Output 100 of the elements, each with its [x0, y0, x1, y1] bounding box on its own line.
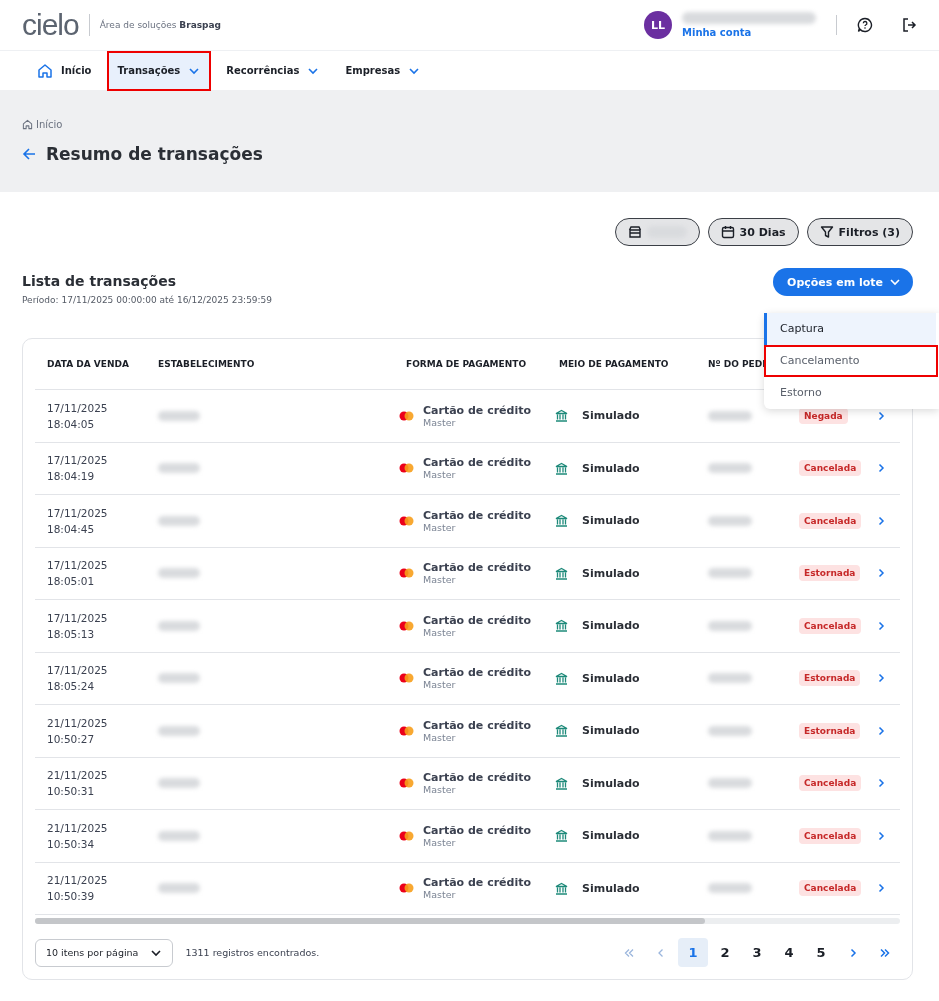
payment-method: Cartão de crédito [423, 876, 532, 890]
redacted-store [158, 778, 200, 789]
redacted-order [708, 410, 752, 421]
status-tag: Cancelada [799, 827, 862, 844]
chevron-down-icon [889, 276, 901, 288]
card-brand-icon [399, 830, 414, 841]
sale-datetime: 17/11/2025 18:05:13 [46, 610, 109, 642]
column-header: MEIO DE PAGAMENTO [558, 359, 670, 369]
payment-means: Simulado [582, 566, 640, 580]
redacted-order [708, 463, 752, 474]
filter-chip[interactable]: Filtros (3) [806, 218, 913, 246]
page-size-select[interactable]: 10 itens por página [35, 938, 174, 967]
logout-icon[interactable] [901, 17, 917, 33]
sale-datetime: 21/11/2025 10:50:34 [46, 820, 109, 852]
payment-method: Cartão de crédito [423, 771, 532, 785]
bank-icon [555, 829, 568, 843]
bank-icon [555, 461, 568, 475]
chevron-right-icon[interactable] [876, 463, 886, 474]
chevron-right-icon[interactable] [876, 830, 886, 841]
page-button[interactable]: 4 [774, 938, 804, 967]
payment-method: Cartão de crédito [423, 613, 532, 627]
column-header: DATA DA VENDA [46, 359, 130, 369]
nav-tab[interactable]: Recorrências [215, 50, 331, 91]
status-tag: Estornada [799, 722, 861, 739]
avatar[interactable]: LL [644, 11, 672, 39]
help-icon[interactable] [857, 17, 873, 33]
filter-chip[interactable] [614, 218, 700, 246]
chevron-right-icon[interactable] [848, 947, 858, 958]
sale-datetime: 17/11/2025 18:04:45 [46, 505, 109, 537]
horizontal-scrollbar[interactable] [35, 918, 900, 924]
logo[interactable]: cielo [22, 8, 79, 42]
column-header: ESTABELECIMENTO [157, 359, 256, 369]
chevron-right-icon[interactable] [876, 883, 886, 894]
redacted-order [708, 883, 752, 894]
account-link[interactable]: Minha conta [682, 27, 816, 38]
payment-means: Simulado [582, 724, 640, 738]
payment-means: Simulado [582, 514, 640, 528]
page-button[interactable]: 3 [742, 938, 772, 967]
payment-means: Simulado [582, 409, 640, 423]
menu-item[interactable]: Cancelamento [764, 345, 938, 377]
payment-method: Cartão de crédito [423, 456, 532, 470]
redacted-order [708, 620, 752, 631]
page-button[interactable]: 2 [710, 938, 740, 967]
payment-means: Simulado [582, 461, 640, 475]
card-brand: Master [423, 416, 457, 428]
page-button[interactable]: 1 [678, 938, 708, 967]
card-brand-icon [399, 410, 414, 421]
card-brand-icon [399, 883, 414, 894]
chevron-right-icon[interactable] [876, 673, 886, 684]
payment-method: Cartão de crédito [423, 561, 532, 575]
menu-item[interactable]: Captura [764, 313, 936, 345]
payment-means: Simulado [582, 829, 640, 843]
menu-item[interactable]: Estorno [764, 377, 936, 409]
redacted-order [708, 515, 752, 526]
back-arrow-icon[interactable] [22, 146, 36, 161]
card-brand-icon [399, 620, 414, 631]
card-brand: Master [423, 679, 457, 691]
redacted-store [158, 515, 200, 526]
redacted-order [708, 830, 752, 841]
chevron-right-icon[interactable] [876, 620, 886, 631]
payment-means: Simulado [582, 671, 640, 685]
sale-datetime: 21/11/2025 10:50:39 [46, 873, 109, 905]
breadcrumb-link[interactable]: Início [36, 118, 63, 130]
card-brand: Master [423, 784, 457, 796]
card-brand: Master [423, 626, 457, 638]
card-brand-icon [399, 778, 414, 789]
chevron-right-icon[interactable] [876, 410, 886, 421]
status-tag: Cancelada [799, 617, 862, 634]
card-brand: Master [423, 836, 457, 848]
filter-chip[interactable]: 30 Dias [707, 218, 799, 246]
chevron-right-icon[interactable] [876, 725, 886, 736]
bank-icon [555, 514, 568, 528]
status-tag: Cancelada [799, 512, 862, 529]
list-title: Lista de transações [22, 273, 177, 289]
chevron-right-icon[interactable] [876, 778, 886, 789]
page-button[interactable]: 5 [806, 938, 836, 967]
nav-tab[interactable]: Transações [106, 50, 212, 91]
redacted-store [158, 673, 200, 684]
payment-method: Cartão de crédito [423, 508, 532, 522]
bank-icon [555, 724, 568, 738]
nav-tab[interactable]: Empresas [334, 50, 432, 91]
bank-icon [555, 619, 568, 633]
payment-means: Simulado [582, 619, 640, 633]
batch-options-button[interactable]: Opções em lote [773, 268, 913, 296]
bank-icon [555, 671, 568, 685]
card-brand-icon [399, 568, 414, 579]
sale-datetime: 17/11/2025 18:05:01 [46, 558, 109, 590]
status-tag: Estornada [799, 565, 861, 582]
chevron-right-icon[interactable] [876, 568, 886, 579]
status-tag: Cancelada [799, 880, 862, 897]
sale-datetime: 21/11/2025 10:50:27 [46, 715, 109, 747]
period-text: Período: 17/11/2025 00:00:00 até 16/12/2025 23:59:59 [22, 295, 273, 305]
chevron-right-icon[interactable] [876, 515, 886, 526]
portal-subtitle: Área de soluções Braspag [99, 20, 222, 30]
redacted-store [158, 463, 200, 474]
double-chevron-right-icon[interactable] [879, 947, 891, 958]
bank-icon [555, 881, 568, 895]
home-icon [22, 118, 33, 130]
card-brand: Master [423, 574, 457, 586]
nav-tab[interactable]: Início [26, 50, 103, 91]
